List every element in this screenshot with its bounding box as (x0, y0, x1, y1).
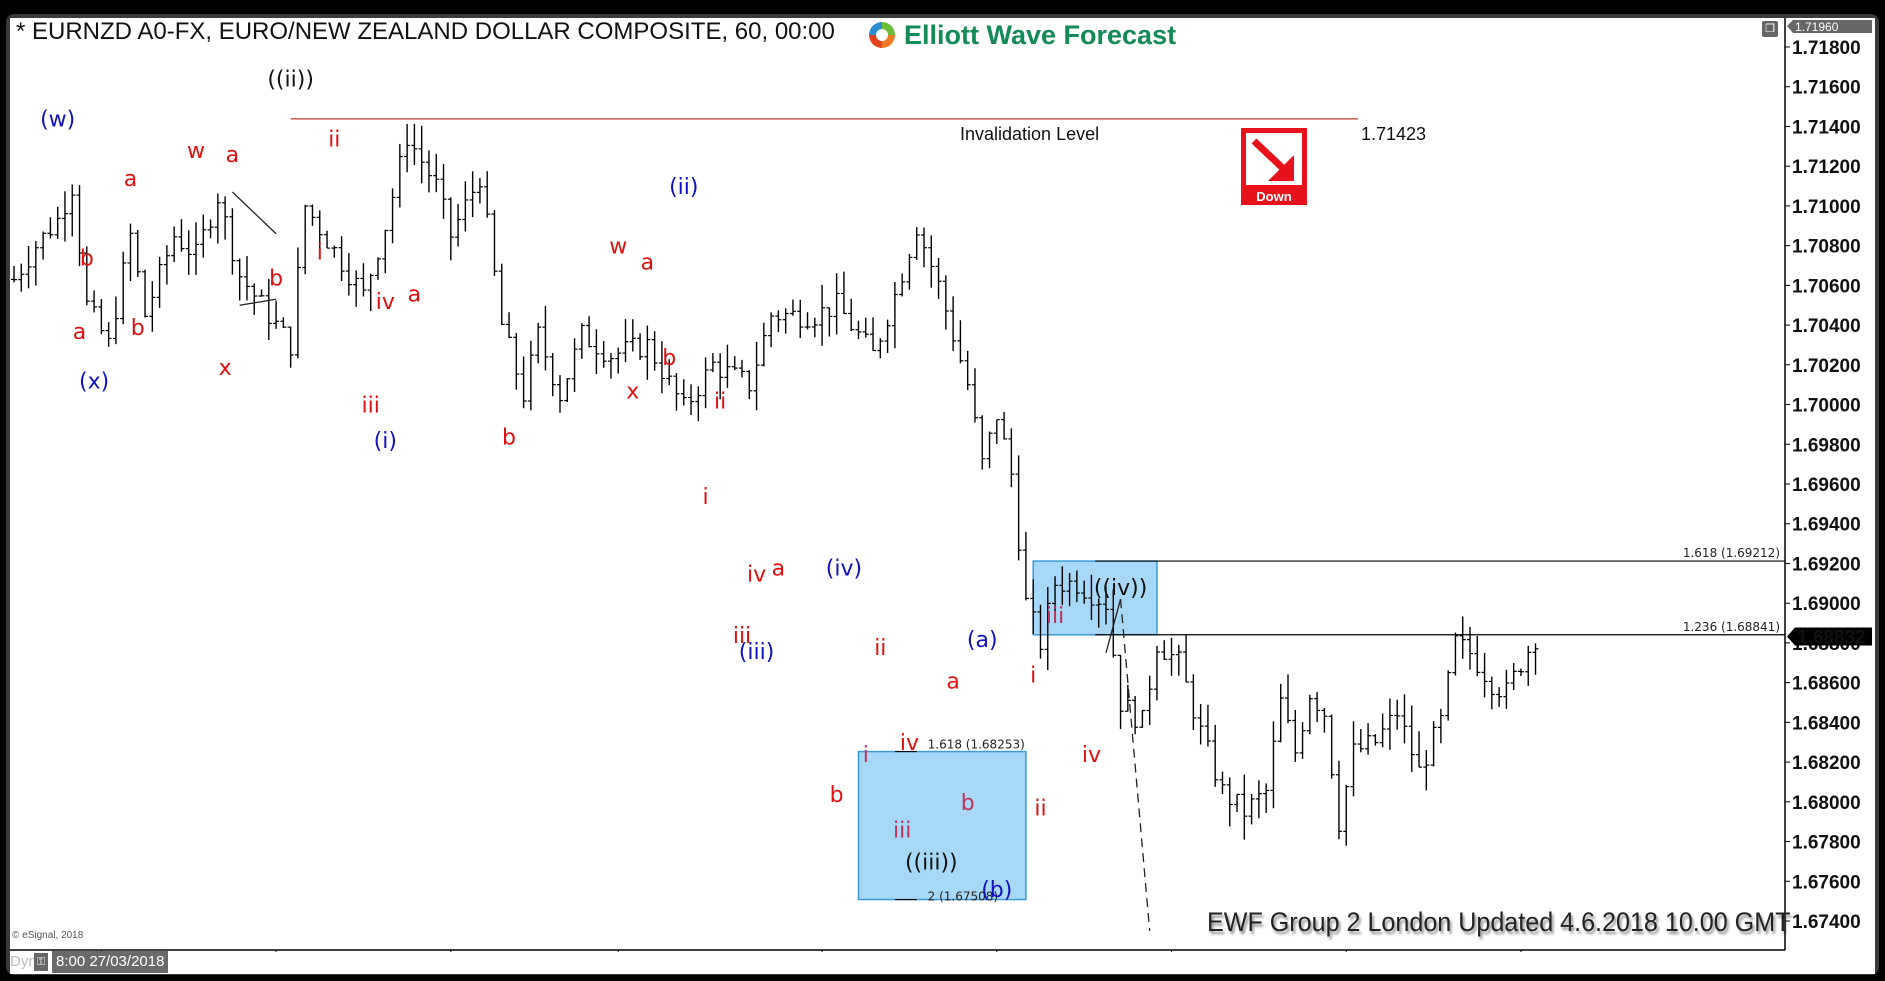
arrow-down-right-icon (1251, 138, 1294, 181)
wave-label: b (662, 346, 676, 371)
price-tick-label: 1.71000 (1792, 197, 1861, 218)
chart-title: * EURNZD A0-FX, EURO/NEW ZEALAND DOLLAR … (16, 18, 835, 45)
wave-label: b (830, 783, 844, 808)
price-tick-label: 1.69800 (1792, 435, 1861, 456)
triangle-line (239, 298, 277, 306)
wave-label: (i) (374, 429, 397, 454)
wave-label: (iii) (739, 640, 775, 665)
wave-label: a (641, 250, 654, 275)
price-chart[interactable]: 1.71800 1.71600 1.71400 1.71200 1.71000 1.708… (0, 0, 1885, 981)
price-tick-label: 1.70400 (1792, 316, 1861, 337)
price-tick-label: 1.67400 (1792, 912, 1861, 933)
wave-label: a (408, 282, 421, 307)
fib-level-label: 1.618 (1.68253) (928, 738, 1025, 752)
wave-label: b (131, 316, 145, 341)
wave-label: ((iv)) (1094, 576, 1147, 601)
wave-label: b (80, 247, 94, 272)
projection-dashed-line (1119, 599, 1151, 931)
wave-label: iv (376, 290, 395, 315)
updated-text: EWF Group 2 London Updated 4.6.2018 10.0… (1207, 907, 1791, 937)
price-tick-label: 1.71600 (1792, 78, 1861, 99)
price-tick-label: 1.70800 (1792, 237, 1861, 258)
wave-label: ((ii)) (267, 68, 314, 93)
invalidation-label: Invalidation Level (960, 124, 1100, 144)
last-price-marker-label: 1.68832 (1797, 628, 1866, 649)
wave-label: w (609, 235, 627, 260)
price-tick-label: 1.67600 (1792, 872, 1861, 893)
ewf-logo-icon (869, 22, 895, 48)
wave-label: iv (747, 562, 766, 587)
price-tick-label: 1.70600 (1792, 276, 1861, 297)
wave-label: iv (900, 731, 919, 756)
lock-icon[interactable]: ⚿ (34, 953, 48, 971)
direction-label: Down (1256, 189, 1292, 204)
wave-label: x (626, 380, 639, 405)
price-tick-label: 1.67800 (1792, 833, 1861, 854)
dyn-label[interactable]: Dyn (10, 953, 37, 970)
wave-label: a (226, 143, 239, 168)
restore-window-icon[interactable]: ❐ (1762, 21, 1778, 37)
wave-label: a (772, 556, 785, 581)
wave-label: a (124, 167, 137, 192)
wave-label: b (269, 266, 283, 291)
wave-label: x (219, 356, 232, 381)
wave-label: a (73, 320, 86, 345)
fib-level-label: 1.236 (1.68841) (1683, 620, 1780, 634)
price-tick-label: 1.69000 (1792, 594, 1861, 615)
wave-label: a (946, 670, 959, 695)
price-tick-label: 1.71200 (1792, 157, 1861, 178)
price-tick-label: 1.69600 (1792, 475, 1861, 496)
wave-label: i (1030, 664, 1036, 689)
wave-label: i (317, 241, 323, 266)
wave-label: i (863, 743, 869, 768)
wave-label: (ii) (669, 175, 698, 200)
price-tick-label: 1.70000 (1792, 396, 1861, 417)
wave-label: b (961, 791, 975, 816)
price-tick-label: 1.69200 (1792, 554, 1861, 575)
price-tick-label: 1.68200 (1792, 753, 1861, 774)
wave-label: iv (1082, 743, 1101, 768)
wave-label: (a) (967, 628, 998, 653)
top-price-marker-label: 1.71960 (1795, 20, 1839, 34)
price-tick-label: 1.68400 (1792, 713, 1861, 734)
wave-label: (b) (981, 878, 1012, 903)
wave-label: ii (1034, 797, 1046, 822)
price-tick-label: 1.71800 (1792, 38, 1861, 59)
triangle-line (231, 191, 277, 235)
wave-label: i (703, 485, 709, 510)
wave-label: ii (714, 390, 726, 415)
brand-name: Elliott Wave Forecast (904, 19, 1177, 50)
copyright: © eSignal, 2018 (12, 930, 84, 941)
wave-label: ii (874, 636, 886, 661)
wave-label: iii (893, 819, 911, 844)
brand-logo: Elliott Wave Forecast (866, 19, 1176, 51)
wave-label: b (502, 425, 516, 450)
wave-label: ((iii)) (905, 850, 958, 875)
wave-label: (w) (40, 107, 75, 132)
wave-label: (iv) (826, 556, 862, 581)
wave-label: ii (328, 127, 340, 152)
price-tick-label: 1.71400 (1792, 117, 1861, 138)
wave-label: iii (1046, 604, 1064, 629)
wave-label: (x) (79, 370, 109, 395)
time-axis-bar[interactable] (10, 952, 1875, 974)
price-tick-label: 1.68000 (1792, 793, 1861, 814)
invalidation-value: 1.71423 (1361, 124, 1427, 144)
start-date: 8:00 27/03/2018 (52, 951, 169, 973)
fib-level-label: 1.618 (1.69212) (1683, 546, 1780, 560)
price-tick-label: 1.68600 (1792, 674, 1861, 695)
wave-label: iii (362, 393, 380, 418)
price-tick-label: 1.70200 (1792, 356, 1861, 377)
wave-label: w (187, 139, 205, 164)
price-tick-label: 1.69400 (1792, 515, 1861, 536)
direction-badge: Down (1241, 128, 1307, 205)
